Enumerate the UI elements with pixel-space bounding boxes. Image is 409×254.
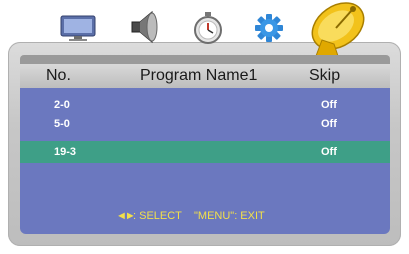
menu-top-bar bbox=[20, 55, 390, 64]
monitor-icon[interactable] bbox=[60, 14, 96, 42]
skip-value[interactable]: Off bbox=[321, 118, 337, 130]
left-right-arrows-icon: ◄► bbox=[116, 210, 136, 222]
program-number: 5-0 bbox=[54, 118, 70, 130]
column-header-skip: Skip bbox=[309, 67, 341, 84]
timer-icon[interactable] bbox=[193, 12, 223, 44]
column-header-number: No. bbox=[46, 67, 71, 84]
table-row[interactable]: 5-0 Off bbox=[20, 115, 390, 135]
satellite-dish-icon[interactable] bbox=[300, 0, 372, 58]
table-row[interactable]: 2-0 Off bbox=[20, 96, 390, 116]
skip-value[interactable]: Off bbox=[321, 99, 337, 111]
skip-value[interactable]: Off bbox=[321, 146, 337, 158]
program-number: 19-3 bbox=[54, 146, 77, 158]
program-list-panel: 2-0 Off 5-0 Off 19-3 Off ◄► : SELECT "ME… bbox=[20, 88, 390, 234]
table-header: No. Program Name1 Skip bbox=[20, 64, 390, 88]
exit-hint: "MENU": EXIT bbox=[194, 210, 265, 222]
select-hint: : SELECT bbox=[133, 210, 182, 222]
speaker-icon[interactable] bbox=[128, 10, 162, 44]
table-row-selected[interactable]: 19-3 Off bbox=[20, 141, 390, 163]
program-number: 2-0 bbox=[54, 99, 70, 111]
column-header-program-name: Program Name1 bbox=[140, 67, 258, 84]
gear-icon[interactable] bbox=[255, 14, 283, 42]
